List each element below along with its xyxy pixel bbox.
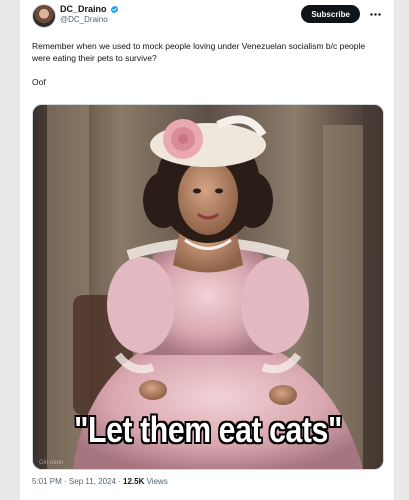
image-watermark: Gin.neon <box>39 460 64 466</box>
subscribe-button[interactable]: Subscribe <box>301 5 360 23</box>
verified-badge-icon <box>110 5 118 14</box>
tweet-text: Remember when we used to mock people lov… <box>32 40 380 100</box>
tweet-card: DC_Draino @DC_Draino Subscribe Remember … <box>19 0 395 500</box>
tweet-date[interactable]: Sep 11, 2024 <box>69 477 116 486</box>
tweet-text-line: Oof <box>32 77 46 87</box>
views-label: Views <box>144 477 168 486</box>
tweet-header: DC_Draino @DC_Draino Subscribe <box>32 4 382 34</box>
views-count: 12.5K <box>123 477 145 486</box>
avatar[interactable] <box>32 4 56 28</box>
display-name[interactable]: DC_Draino <box>60 4 119 15</box>
tweet-text-line: Remember when we used to mock people lov… <box>32 41 366 63</box>
tweet-media-image[interactable]: "Let them eat cats" Gin.neon <box>32 104 384 470</box>
display-name-text[interactable]: DC_Draino <box>60 4 107 15</box>
meta-separator: · <box>61 477 69 486</box>
tweet-time[interactable]: 5:01 PM <box>32 477 62 486</box>
handle[interactable]: @DC_Draino <box>60 15 119 25</box>
more-dots-icon <box>369 12 381 16</box>
more-horizontal-icon[interactable] <box>368 5 382 23</box>
author-names[interactable]: DC_Draino @DC_Draino <box>60 4 119 25</box>
meme-caption: "Let them eat cats" <box>74 409 342 450</box>
tweet-meta: 5:01 PM · Sep 11, 2024 · 12.5K Views <box>32 476 168 488</box>
meta-separator: · <box>115 477 124 486</box>
